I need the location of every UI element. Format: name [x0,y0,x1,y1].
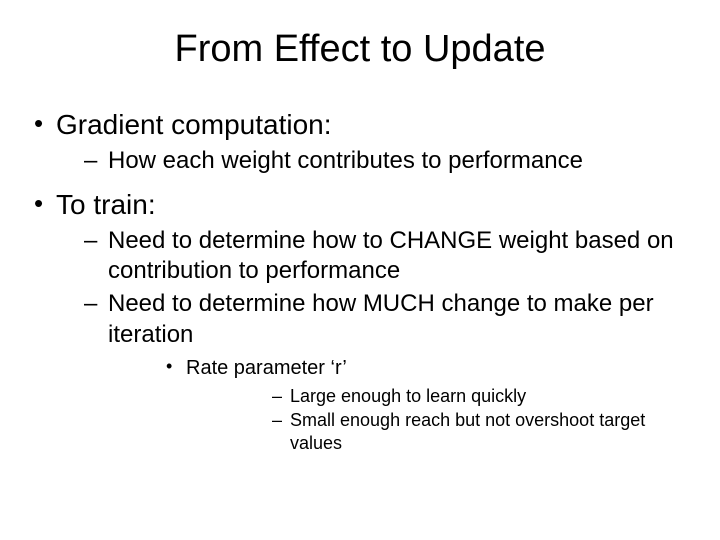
bullet-lvl4: Large enough to learn quickly [186,385,690,408]
bullet-text: Need to determine how MUCH change to mak… [108,290,654,348]
slide: From Effect to Update Gradient computati… [0,0,720,540]
sub-list: Need to determine how to CHANGE weight b… [56,226,690,456]
bullet-text: Gradient computation: [56,109,332,140]
bullet-lvl4: Small enough reach but not overshoot tar… [186,409,690,456]
bullet-lvl2: Need to determine how MUCH change to mak… [56,289,690,456]
slide-title: From Effect to Update [30,28,690,71]
sub-list: Large enough to learn quickly Small enou… [186,385,690,456]
bullet-text: How each weight contributes to performan… [108,147,583,174]
bullet-lvl1: Gradient computation: How each weight co… [30,107,690,177]
bullet-lvl3: Rate parameter ‘r’ Large enough to learn… [108,355,690,456]
sub-list: Rate parameter ‘r’ Large enough to learn… [108,355,690,456]
bullet-text: Small enough reach but not overshoot tar… [290,410,645,453]
bullet-lvl2: How each weight contributes to performan… [56,146,690,177]
bullet-lvl1: To train: Need to determine how to CHANG… [30,187,690,456]
bullet-lvl2: Need to determine how to CHANGE weight b… [56,226,690,287]
bullet-text: Rate parameter ‘r’ [186,357,347,379]
bullet-text: To train: [56,189,156,220]
sub-list: How each weight contributes to performan… [56,146,690,177]
bullet-list: Gradient computation: How each weight co… [30,107,690,456]
bullet-text: Need to determine how to CHANGE weight b… [108,227,674,285]
bullet-text: Large enough to learn quickly [290,386,526,406]
